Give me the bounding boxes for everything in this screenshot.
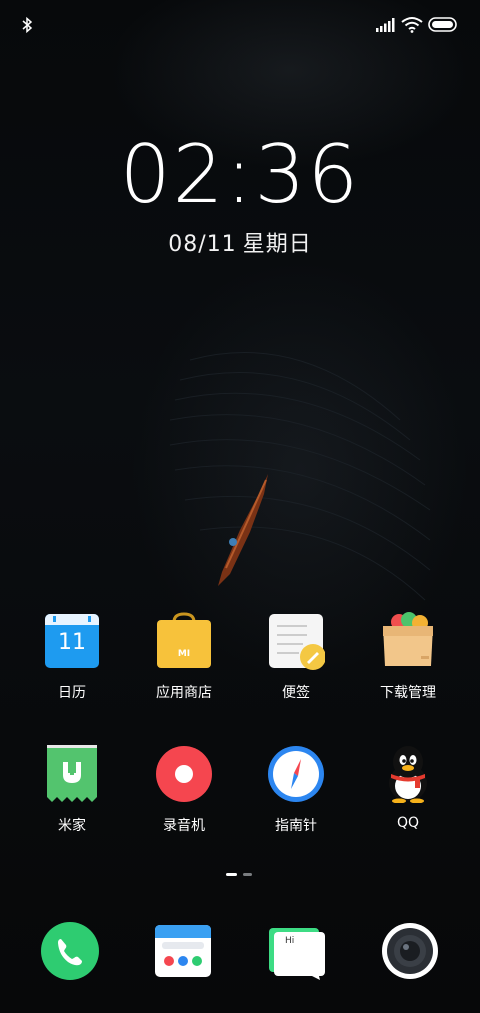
qq-icon [389,746,427,803]
app-label: 下载管理 [380,685,436,701]
app-recorder[interactable]: 录音机 [129,745,239,845]
app-notes[interactable]: 便签 [241,612,351,712]
battery-icon [428,17,457,32]
mijia-icon [47,745,97,802]
app-qq[interactable]: QQ [353,745,463,845]
messages-hi-text: Hi [285,936,295,946]
app-store[interactable]: MI 应用商店 [129,612,239,712]
phone-icon[interactable] [41,922,99,980]
store-mi-badge: MI [177,649,191,659]
lockscreen-time: 02:36 [119,128,361,221]
compass-icon [268,746,324,802]
page-indicator [226,873,256,877]
app-label: 米家 [58,818,86,834]
app-label: 应用商店 [156,685,212,701]
app-mijia[interactable]: 米家 [17,745,127,845]
camera-icon[interactable] [381,922,439,980]
app-label: 指南针 [275,818,317,834]
page-dot-active [226,873,237,876]
calendar-day-badge: 11 [58,630,86,655]
app-downloads[interactable]: 下载管理 [353,612,463,712]
recorder-icon [156,746,212,802]
messages-icon[interactable] [268,922,326,980]
status-bar [0,0,480,50]
lockscreen-weekday: 星期日 [242,232,312,257]
app-label: 日历 [58,685,86,701]
app-store-icon [157,612,211,668]
app-calendar[interactable]: 11 日历 [17,612,127,712]
wifi-icon [401,17,423,33]
page-dot [243,873,252,876]
app-compass[interactable]: 指南针 [241,745,351,845]
signal-icon [376,18,395,32]
bluetooth-icon [22,16,33,34]
lockscreen-date-line: 08/11 星期日 [0,226,480,258]
lockscreen-date: 08/11 [168,232,237,257]
app-label: QQ [396,815,420,831]
app-label: 录音机 [163,818,205,834]
downloads-icon [383,612,433,666]
browser-icon[interactable] [154,922,212,980]
notes-icon [269,614,325,670]
app-label: 便签 [282,685,310,701]
